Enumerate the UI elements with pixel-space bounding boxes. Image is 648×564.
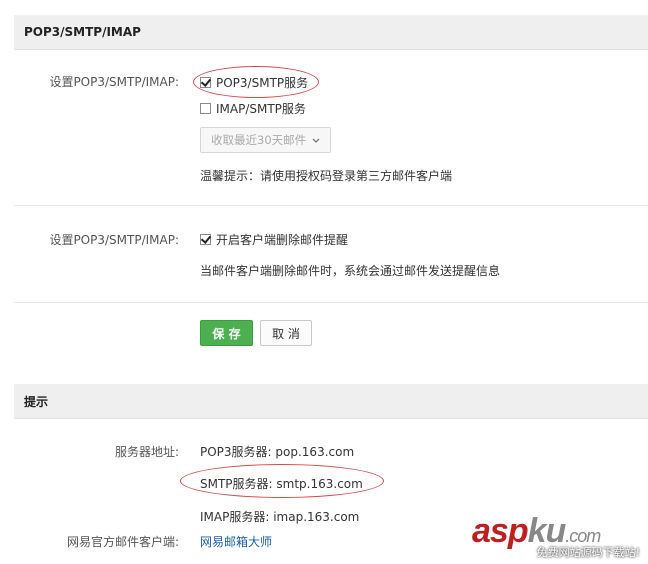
settings-row-delete-notice: 设置POP3/SMTP/IMAP: 开启客户端删除邮件提醒 当邮件客户端删除邮件… xyxy=(14,206,648,302)
watermark-brand-suffix: .com xyxy=(565,526,601,546)
cancel-button[interactable]: 取 消 xyxy=(260,320,312,346)
mail-master-link[interactable]: 网易邮箱大师 xyxy=(200,535,272,549)
chevron-down-icon xyxy=(312,133,320,147)
server-address-label: 服务器地址: xyxy=(114,445,179,459)
panel-title: 提示 xyxy=(14,384,648,419)
pop3-smtp-label: POP3/SMTP服务 xyxy=(216,75,309,90)
row-content: 开启客户端删除邮件提醒 当邮件客户端删除邮件时，系统会通过邮件发送提醒信息 xyxy=(200,230,648,279)
receive-range-value: 收取最近30天邮件 xyxy=(211,133,307,147)
pop3-smtp-checkbox[interactable] xyxy=(200,76,211,88)
row-content: POP3/SMTP服务 IMAP/SMTP服务 收取最近30天邮件 温馨提示：请… xyxy=(200,73,648,184)
pop3-smtp-option[interactable]: POP3/SMTP服务 xyxy=(200,73,648,91)
delete-notice-option[interactable]: 开启客户端删除邮件提醒 xyxy=(200,230,648,248)
smtp-server: SMTP服务器: smtp.163.com xyxy=(200,477,363,491)
imap-smtp-checkbox[interactable] xyxy=(200,102,211,114)
pop3-server: POP3服务器: pop.163.com xyxy=(200,445,355,459)
client-label: 网易官方邮件客户端: xyxy=(66,535,179,549)
delete-notice-desc: 当邮件客户端删除邮件时，系统会通过邮件发送提醒信息 xyxy=(200,264,501,278)
auth-code-tip: 温馨提示：请使用授权码登录第三方邮件客户端 xyxy=(200,169,453,183)
delete-notice-label: 开启客户端删除邮件提醒 xyxy=(216,232,349,247)
pop-smtp-imap-panel: POP3/SMTP/IMAP 设置POP3/SMTP/IMAP: POP3/SM… xyxy=(14,15,648,372)
watermark-brand-red: asp xyxy=(472,512,529,550)
delete-notice-checkbox[interactable] xyxy=(200,233,211,245)
watermark-tagline: 免费网站源码下载站! xyxy=(536,546,640,559)
receive-range-select[interactable]: 收取最近30天邮件 xyxy=(200,127,332,153)
row-label: 设置POP3/SMTP/IMAP: xyxy=(49,75,179,89)
row-label: 设置POP3/SMTP/IMAP: xyxy=(49,233,179,247)
save-button[interactable]: 保 存 xyxy=(200,320,253,346)
panel-title: POP3/SMTP/IMAP xyxy=(14,15,648,50)
settings-row-protocols: 设置POP3/SMTP/IMAP: POP3/SMTP服务 IMAP/SMTP服… xyxy=(14,50,648,205)
watermark-logo: aspku.com 免费网站源码下载站! xyxy=(472,512,642,560)
imap-smtp-label: IMAP/SMTP服务 xyxy=(216,101,306,116)
actions-row: 保 存 取 消 xyxy=(14,303,648,372)
imap-smtp-option[interactable]: IMAP/SMTP服务 xyxy=(200,99,648,117)
